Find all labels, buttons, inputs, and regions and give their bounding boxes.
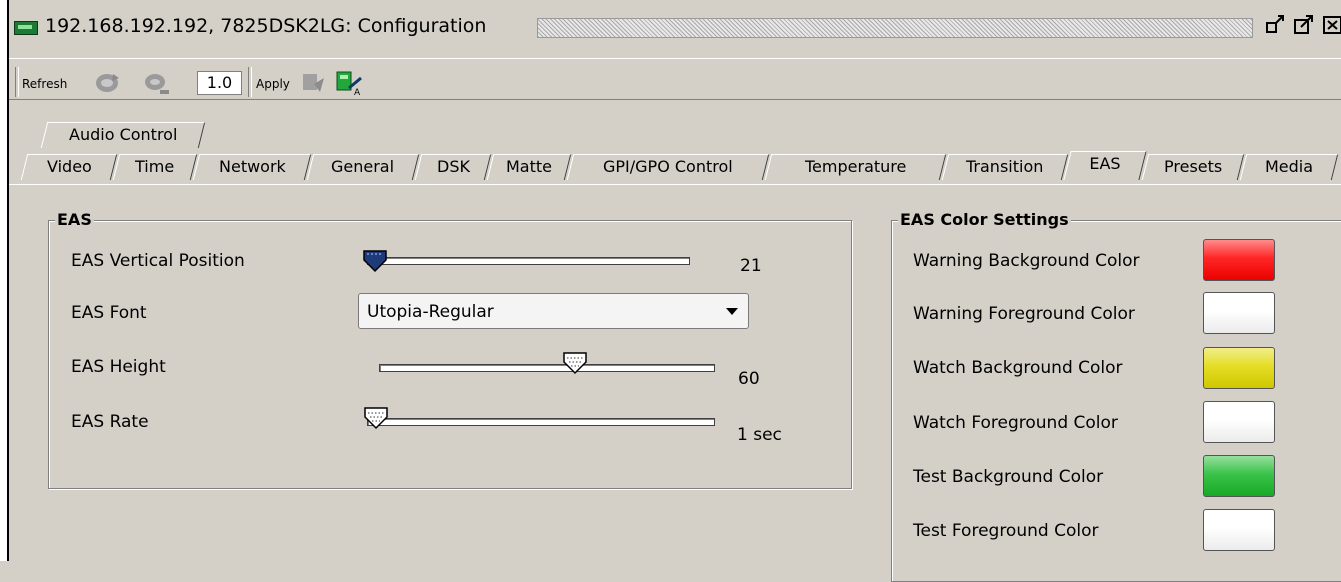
tab-presets[interactable]: Presets <box>1141 154 1245 180</box>
tab-media[interactable]: Media <box>1239 154 1339 180</box>
title-bar-drag-area[interactable] <box>537 18 1253 38</box>
watch-background-color-label: Watch Background Color <box>913 358 1123 378</box>
eas-font-label: EAS Font <box>71 303 147 323</box>
eas-font-selected: Utopia-Regular <box>367 302 494 322</box>
eas-group-title: EAS <box>55 210 94 229</box>
title-bar[interactable]: 192.168.192.192, 7825DSK2LG: Configurati… <box>9 0 1341 52</box>
watch-background-color-swatch[interactable] <box>1203 347 1275 389</box>
watch-foreground-color-swatch[interactable] <box>1203 401 1275 443</box>
warning-foreground-color-swatch[interactable] <box>1203 292 1275 334</box>
eas-vertical-position-label: EAS Vertical Position <box>71 251 245 271</box>
tab-audio-control[interactable]: Audio Control <box>40 122 206 148</box>
warning-foreground-color-label: Warning Foreground Color <box>913 304 1135 324</box>
eas-height-value: 60 <box>738 369 760 389</box>
eas-vertical-position-slider-thumb[interactable] <box>362 248 388 274</box>
refresh-icon[interactable] <box>93 70 121 96</box>
tab-time[interactable]: Time <box>112 154 198 180</box>
tab-transition[interactable]: Transition <box>941 154 1069 180</box>
tab-general[interactable]: General <box>306 154 420 180</box>
toolbar: Refresh 1.0 Apply A <box>9 58 1341 100</box>
eas-rate-label: EAS Rate <box>71 412 149 432</box>
tab-eas[interactable]: EAS <box>1063 151 1147 180</box>
refresh-button[interactable]: Refresh <box>22 77 67 91</box>
eas-height-label: EAS Height <box>71 357 166 377</box>
tab-network[interactable]: Network <box>192 154 312 180</box>
eas-rate-track[interactable] <box>367 418 715 426</box>
eas-rate-value: 1 sec <box>737 425 782 445</box>
test-background-color-label: Test Background Color <box>913 467 1104 487</box>
dock-icon[interactable] <box>1265 14 1287 36</box>
tab-dsk[interactable]: DSK <box>414 154 492 180</box>
tab-temperature[interactable]: Temperature <box>764 154 947 180</box>
eas-height-track[interactable] <box>379 364 715 372</box>
watch-foreground-color-label: Watch Foreground Color <box>913 413 1118 433</box>
test-foreground-color-label: Test Foreground Color <box>913 521 1099 541</box>
eas-vertical-position-track[interactable] <box>367 257 690 265</box>
auto-refresh-icon[interactable] <box>142 70 170 96</box>
undock-icon[interactable] <box>1293 14 1315 36</box>
warning-background-color-swatch[interactable] <box>1203 239 1275 281</box>
device-icon <box>14 21 38 35</box>
test-background-color-swatch[interactable] <box>1203 455 1275 497</box>
apply-icon[interactable] <box>300 70 328 96</box>
eas-color-settings-title: EAS Color Settings <box>898 210 1071 229</box>
window-title: 192.168.192.192, 7825DSK2LG: Configurati… <box>45 15 487 37</box>
tab-matte[interactable]: Matte <box>486 154 572 180</box>
apply-button[interactable]: Apply <box>256 77 290 91</box>
tab-panel-border <box>9 184 1341 185</box>
version-field[interactable]: 1.0 <box>197 71 242 95</box>
test-foreground-color-swatch[interactable] <box>1203 509 1275 551</box>
warning-background-color-label: Warning Background Color <box>913 251 1140 271</box>
tab-video[interactable]: Video <box>20 154 118 180</box>
svg-text:A: A <box>354 88 361 96</box>
left-border <box>0 0 9 561</box>
chevron-down-icon <box>726 308 738 315</box>
auto-apply-icon[interactable]: A <box>335 70 363 96</box>
toolbar-separator <box>15 67 19 97</box>
eas-vertical-position-value: 21 <box>740 256 762 276</box>
close-icon[interactable] <box>1322 14 1341 36</box>
eas-font-dropdown[interactable]: Utopia-Regular <box>358 293 749 329</box>
toolbar-separator <box>248 67 252 97</box>
config-window: 192.168.192.192, 7825DSK2LG: Configurati… <box>9 0 1341 582</box>
tab-gpi-gpo-control[interactable]: GPI/GPO Control <box>566 154 770 180</box>
eas-rate-slider-thumb[interactable] <box>363 405 389 431</box>
eas-height-slider-thumb[interactable] <box>562 350 588 376</box>
